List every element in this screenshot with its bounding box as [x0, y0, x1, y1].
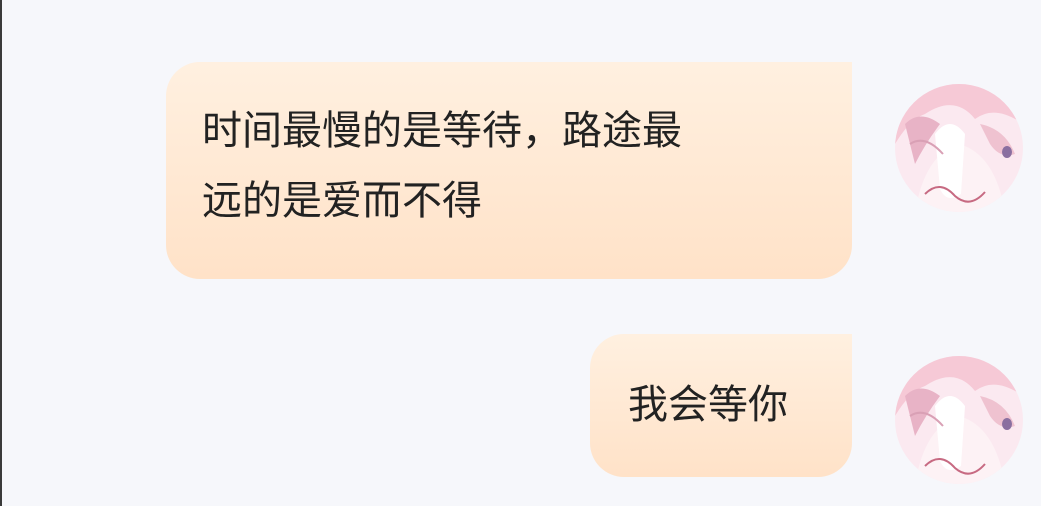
message-text-line: 远的是爱而不得: [202, 178, 482, 224]
anime-girl-avatar-icon: [895, 84, 1023, 212]
window-edge: [0, 0, 2, 506]
anime-girl-avatar-icon: [895, 356, 1023, 484]
message-text: 我会等你: [628, 382, 788, 428]
message-bubble[interactable]: 时间最慢的是等待，路途最 远的是爱而不得: [166, 62, 852, 279]
message-text-line: 时间最慢的是等待，路途最: [202, 108, 682, 154]
message-bubble[interactable]: 我会等你: [590, 334, 852, 477]
sender-avatar[interactable]: [895, 84, 1023, 212]
sender-avatar[interactable]: [895, 356, 1023, 484]
